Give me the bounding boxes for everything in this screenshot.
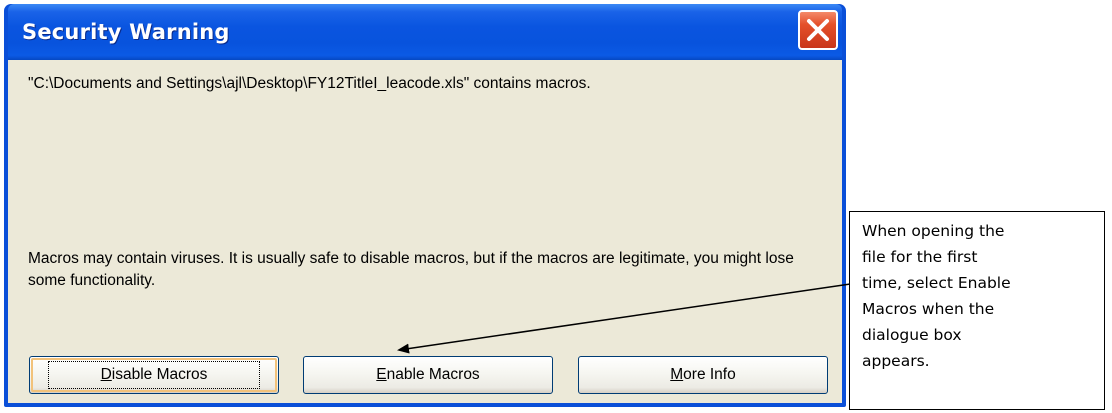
macro-virus-warning: Macros may contain viruses. It is usuall… [28, 250, 794, 289]
dialog-body: "C:\Documents and Settings\ajl\Desktop\F… [8, 60, 842, 403]
more-info-button[interactable]: More Info [578, 356, 828, 394]
disable-macros-text: isable Macros [111, 366, 208, 383]
enable-macros-button[interactable]: Enable Macros [303, 356, 553, 394]
enable-macros-text: nable Macros [386, 366, 480, 383]
enable-macros-label: Enable Macros [376, 366, 479, 383]
disable-macros-button[interactable]: Disable Macros [29, 356, 279, 394]
close-button[interactable] [798, 10, 838, 50]
more-info-accelerator: M [670, 366, 684, 383]
disable-macros-label: Disable Macros [47, 361, 261, 389]
security-warning-dialog: Security Warning "C:\Documents and Setti… [4, 4, 846, 407]
macro-file-message: "C:\Documents and Settings\ajl\Desktop\F… [28, 75, 591, 92]
more-info-label: More Info [670, 366, 735, 383]
disable-macros-accelerator: D [100, 366, 112, 383]
annotation-callout: When opening the file for the first time… [849, 211, 1105, 410]
callout-text: When opening the file for the first time… [862, 222, 1011, 370]
enable-macros-accelerator: E [376, 366, 387, 383]
title-bar[interactable]: Security Warning [8, 4, 842, 60]
more-info-text: ore Info [683, 366, 736, 383]
dialog-title: Security Warning [22, 20, 230, 44]
